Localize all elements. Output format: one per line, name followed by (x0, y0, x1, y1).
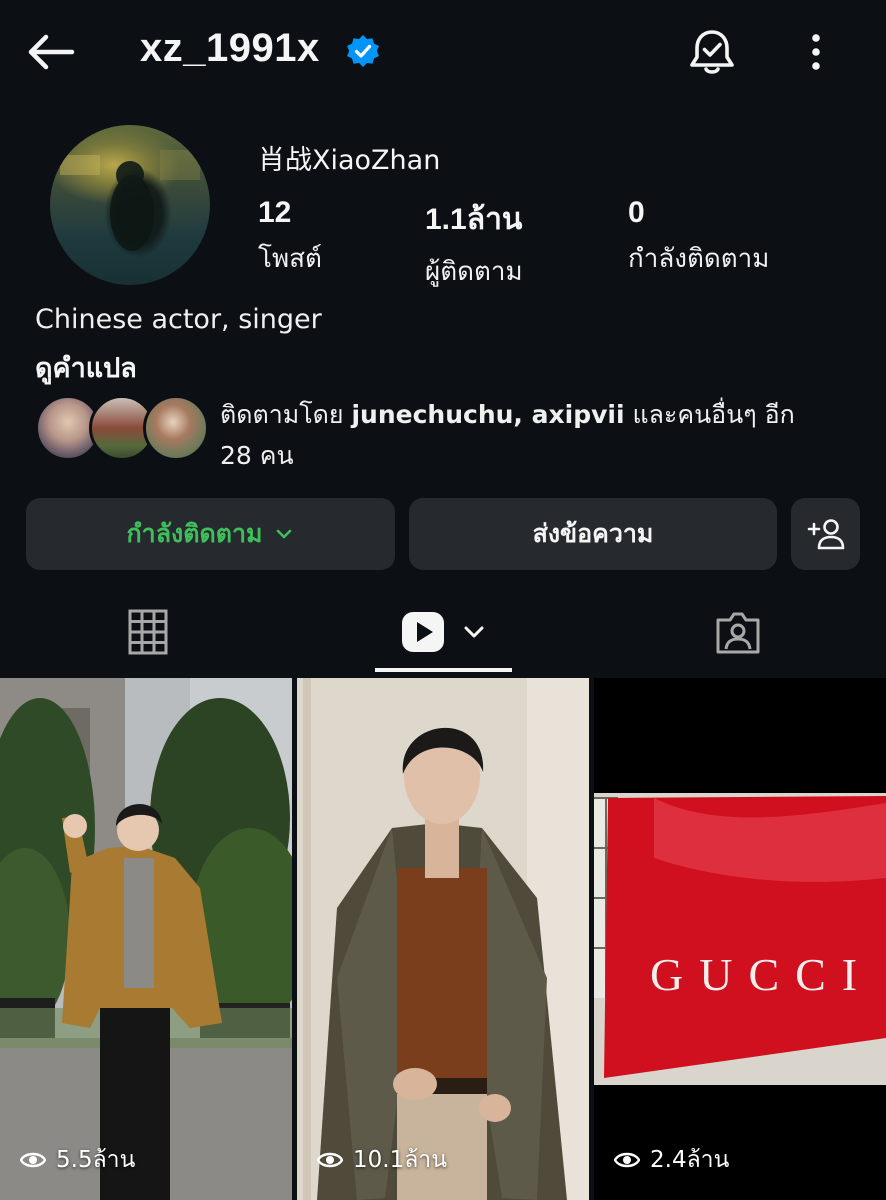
top-bar: xz_1991x (0, 0, 886, 105)
reel-image (0, 678, 292, 1200)
back-button[interactable] (24, 28, 80, 76)
active-tab-indicator (375, 668, 512, 672)
following-button-label: กำลังติดตาม (126, 519, 263, 548)
profile-display-name: 肖战XiaoZhan (258, 145, 441, 176)
gucci-sign-text: GUCCI (650, 949, 874, 1000)
posts-stat[interactable]: 12 โพสต์ (258, 196, 322, 279)
reels-icon (401, 612, 444, 652)
followers-label: ผู้ติดตาม (425, 257, 523, 287)
followed-by-text[interactable]: ติดตามโดย junechuchu, axipvii และคนอื่นๆ… (220, 394, 860, 476)
grid-icon (128, 609, 168, 655)
back-arrow-icon (28, 34, 75, 70)
reels-grid: 5.5ล้าน 10.1ล้าน GUCCI 2.4ล้าน (0, 678, 886, 1200)
tab-reels[interactable] (375, 590, 512, 674)
message-button[interactable]: ส่งข้อความ (409, 498, 777, 570)
notification-bell-check-icon (690, 30, 734, 74)
see-translation-link[interactable]: ดูคำแปล (35, 346, 137, 389)
chevron-down-icon (464, 626, 483, 638)
suggest-people-button[interactable] (791, 498, 860, 570)
eye-icon (614, 1152, 640, 1168)
view-count-text: 10.1ล้าน (353, 1147, 447, 1173)
verified-badge-icon (346, 34, 380, 68)
reel-thumbnail[interactable]: 10.1ล้าน (297, 678, 589, 1200)
view-count: 2.4ล้าน (614, 1142, 729, 1178)
reel-image (594, 678, 886, 1200)
avatar (143, 395, 209, 461)
profile-username: xz_1991x (140, 26, 320, 70)
profile-avatar[interactable] (50, 125, 210, 285)
chevron-down-icon (277, 529, 292, 539)
more-options-button[interactable] (798, 28, 834, 76)
following-label: กำลังติดตาม (628, 244, 770, 274)
tab-posts-grid[interactable] (80, 590, 216, 674)
posts-label: โพสต์ (258, 244, 322, 274)
following-count: 0 (628, 196, 645, 229)
reel-image (297, 678, 589, 1200)
view-count-text: 2.4ล้าน (650, 1147, 730, 1173)
followed-by-prefix: ติดตามโดย (220, 400, 352, 429)
view-count: 10.1ล้าน (317, 1142, 447, 1178)
followers-count: 1.1ล้าน (425, 203, 523, 236)
view-count: 5.5ล้าน (20, 1142, 135, 1178)
following-button[interactable]: กำลังติดตาม (26, 498, 395, 570)
more-vertical-icon (812, 34, 820, 70)
followed-by-count: 28 คน (220, 441, 294, 470)
profile-bio: Chinese actor, singer (35, 304, 322, 335)
followed-by-suffix: และคนอื่นๆ อีก (624, 400, 795, 429)
message-button-label: ส่งข้อความ (532, 519, 654, 548)
add-person-icon (807, 519, 844, 550)
eye-icon (20, 1152, 46, 1168)
tagged-icon (716, 612, 760, 654)
following-stat[interactable]: 0 กำลังติดตาม (628, 196, 769, 279)
followers-stat[interactable]: 1.1ล้าน ผู้ติดตาม (425, 196, 523, 292)
notifications-button[interactable] (684, 24, 740, 80)
reel-thumbnail[interactable]: 5.5ล้าน (0, 678, 292, 1200)
view-count-text: 5.5ล้าน (56, 1147, 136, 1173)
mutual-followers-avatars[interactable] (35, 395, 209, 463)
reel-thumbnail[interactable]: GUCCI 2.4ล้าน (594, 678, 886, 1200)
tab-tagged[interactable] (670, 590, 806, 674)
followed-by-names: junechuchu, axipvii (351, 400, 625, 429)
eye-icon (317, 1152, 343, 1168)
posts-count: 12 (258, 196, 292, 229)
